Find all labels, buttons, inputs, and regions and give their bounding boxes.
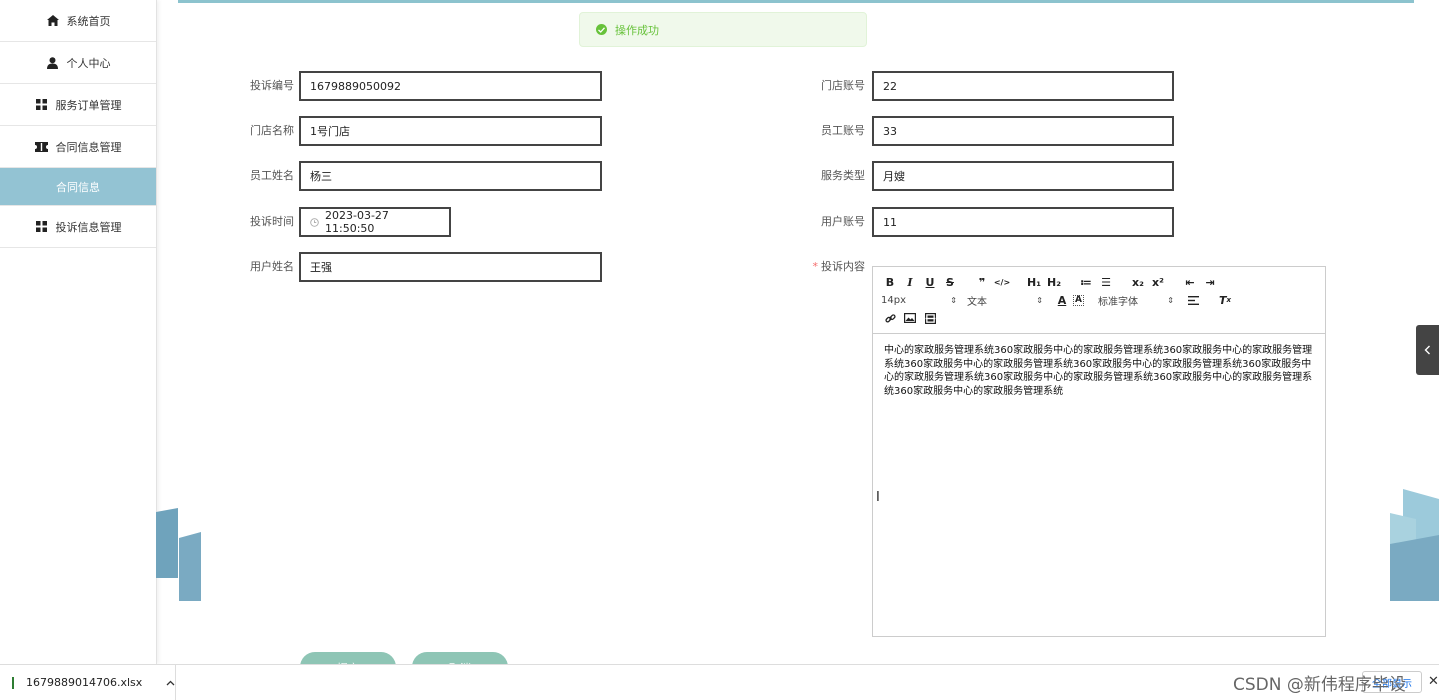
- download-item[interactable]: 1679889014706.xlsx: [0, 665, 176, 700]
- background-color-icon[interactable]: A: [1073, 294, 1084, 306]
- decorative-shapes-left: [156, 508, 201, 601]
- ordered-list-button[interactable]: ≔: [1077, 273, 1095, 291]
- sidebar-item-label: 合同信息管理: [55, 140, 122, 154]
- clear-format-icon[interactable]: Tx: [1216, 291, 1234, 309]
- subscript-button[interactable]: x₂: [1129, 273, 1147, 291]
- header2-button[interactable]: H₂: [1045, 273, 1063, 291]
- editor-toolbar: B I U S ❞ </> H₁ H₂ ≔ ☰ x₂ x² ⇤ ⇥ 14px ⇕: [873, 267, 1325, 334]
- header-divider: [178, 0, 1414, 3]
- sidebar-item-label: 投诉信息管理: [55, 220, 122, 234]
- close-icon[interactable]: ✕: [1428, 674, 1439, 689]
- clock-icon: [310, 217, 319, 227]
- sidebar-item-label: 系统首页: [66, 14, 111, 28]
- strike-button[interactable]: S: [941, 273, 959, 291]
- service-type-label: 服务类型: [821, 169, 865, 182]
- sidebar-subitem-contract-info[interactable]: 合同信息: [0, 168, 156, 206]
- chevron-left-icon: [1424, 345, 1431, 355]
- rich-text-editor: B I U S ❞ </> H₁ H₂ ≔ ☰ x₂ x² ⇤ ⇥ 14px ⇕: [872, 266, 1326, 637]
- toast-message: 操作成功: [615, 23, 659, 37]
- user-icon: [46, 56, 60, 70]
- sidebar-item-service-orders[interactable]: 服务订单管理: [0, 84, 156, 126]
- editor-content[interactable]: 中心的家政服务管理系统360家政服务中心的家政服务管理系统360家政服务中心的家…: [873, 334, 1325, 408]
- user-name-label: 用户姓名: [250, 260, 294, 273]
- grid-icon: [35, 98, 49, 112]
- complaint-time-picker[interactable]: 2023-03-27 11:50:50: [299, 207, 451, 237]
- complaint-no-label: 投诉编号: [250, 79, 294, 92]
- user-account-input[interactable]: 11: [872, 207, 1174, 237]
- sidebar-item-label: 服务订单管理: [55, 98, 122, 112]
- excel-file-icon: [12, 676, 14, 689]
- employee-name-input[interactable]: 杨三: [299, 161, 602, 191]
- success-check-icon: [596, 24, 607, 35]
- sidebar-item-personal-center[interactable]: 个人中心: [0, 42, 156, 84]
- download-bar: 1679889014706.xlsx 全部显示 ✕: [0, 664, 1439, 700]
- font-size-select[interactable]: 14px ⇕: [881, 295, 957, 306]
- text-cursor-icon: I: [876, 490, 880, 505]
- collapse-panel-button[interactable]: [1416, 325, 1439, 375]
- complaint-time-value: 2023-03-27 11:50:50: [325, 209, 389, 235]
- select-arrows-icon: ⇕: [1036, 295, 1043, 305]
- complaint-time-label: 投诉时间: [250, 215, 294, 228]
- service-type-input[interactable]: 月嫂: [872, 161, 1174, 191]
- ticket-icon: [35, 140, 49, 154]
- italic-button[interactable]: I: [901, 273, 919, 291]
- align-icon[interactable]: [1184, 291, 1202, 309]
- grid-icon: [35, 220, 49, 234]
- header1-button[interactable]: H₁: [1025, 273, 1043, 291]
- store-name-input[interactable]: 1号门店: [299, 116, 602, 146]
- font-family-select[interactable]: 标准字体 ⇕: [1098, 293, 1174, 308]
- select-arrows-icon: ⇕: [1167, 295, 1174, 305]
- blockquote-button[interactable]: ❞: [973, 273, 991, 291]
- employee-account-label: 员工账号: [821, 124, 865, 137]
- sidebar-item-label: 个人中心: [66, 56, 111, 70]
- store-account-label: 门店账号: [821, 79, 865, 92]
- sidebar-item-complaint-management[interactable]: 投诉信息管理: [0, 206, 156, 248]
- video-icon[interactable]: [921, 309, 939, 327]
- store-account-input[interactable]: 22: [872, 71, 1174, 101]
- sidebar-item-label: 合同信息: [56, 180, 100, 194]
- outdent-button[interactable]: ⇤: [1181, 273, 1199, 291]
- required-asterisk: *: [812, 260, 819, 273]
- underline-button[interactable]: U: [921, 273, 939, 291]
- sidebar-item-home[interactable]: 系统首页: [0, 0, 156, 42]
- text-style-select[interactable]: 文本 ⇕: [967, 293, 1043, 308]
- font-color-icon[interactable]: A: [1053, 291, 1071, 309]
- chevron-up-icon[interactable]: [166, 680, 175, 686]
- store-name-label: 门店名称: [250, 124, 294, 137]
- link-icon[interactable]: [881, 309, 899, 327]
- complaint-content-label: * 投诉内容: [812, 260, 866, 273]
- home-icon: [46, 14, 60, 28]
- watermark: CSDN @新伟程序毕设: [1233, 675, 1406, 695]
- superscript-button[interactable]: x²: [1149, 273, 1167, 291]
- decorative-shapes-right: [1390, 489, 1439, 601]
- indent-button[interactable]: ⇥: [1201, 273, 1219, 291]
- success-toast: 操作成功: [579, 12, 867, 47]
- user-account-label: 用户账号: [821, 215, 865, 228]
- employee-name-label: 员工姓名: [250, 169, 294, 182]
- sidebar-item-contract-management[interactable]: 合同信息管理: [0, 126, 156, 168]
- bold-button[interactable]: B: [881, 273, 899, 291]
- code-block-button[interactable]: </>: [993, 273, 1011, 291]
- user-name-input[interactable]: 王强: [299, 252, 602, 282]
- employee-account-input[interactable]: 33: [872, 116, 1174, 146]
- sidebar: 系统首页 个人中心 服务订单管理 合同信息管理 合同信息 投诉信息管理: [0, 0, 157, 664]
- select-arrows-icon: ⇕: [950, 295, 957, 305]
- download-filename: 1679889014706.xlsx: [26, 676, 143, 689]
- bullet-list-button[interactable]: ☰: [1097, 273, 1115, 291]
- complaint-no-input[interactable]: 1679889050092: [299, 71, 602, 101]
- image-icon[interactable]: [901, 309, 919, 327]
